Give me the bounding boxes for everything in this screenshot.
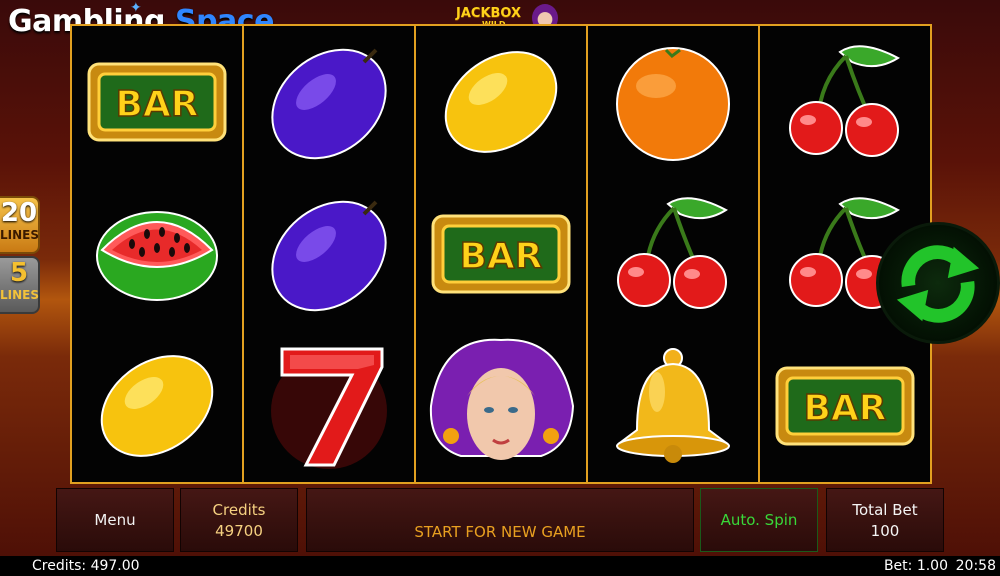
- symbol-bell: [588, 330, 758, 482]
- symbol-cherries: [760, 26, 930, 178]
- reel-1: BAR: [72, 26, 242, 482]
- lines-5-number: 5: [9, 258, 29, 288]
- symbol-orange: [588, 26, 758, 178]
- lines-20-button[interactable]: 20 LINES: [0, 196, 40, 254]
- spin-button[interactable]: [876, 222, 1000, 344]
- symbol-lemon: [72, 330, 242, 482]
- reels-frame: BAR BAR BAR: [70, 24, 932, 484]
- message-area: START FOR NEW GAME: [306, 488, 694, 552]
- status-message: START FOR NEW GAME: [414, 523, 586, 541]
- symbol-jester-wild: [416, 330, 586, 482]
- total-bet-label: Total Bet: [852, 501, 918, 519]
- bar-text: BAR: [115, 84, 198, 125]
- symbol-plum: [244, 26, 414, 178]
- bar-text: BAR: [459, 236, 542, 277]
- menu-button[interactable]: Menu: [56, 488, 174, 552]
- status-bar: Credits: 497.00 Bet: 1.00 20:58: [0, 556, 1000, 576]
- reel-2: [244, 26, 414, 482]
- credits-value: 49700: [215, 522, 263, 540]
- credits-display[interactable]: Credits 49700: [180, 488, 298, 552]
- total-bet-button[interactable]: Total Bet 100: [826, 488, 944, 552]
- lines-5-label: LINES: [0, 288, 39, 302]
- auto-spin-label: Auto. Spin: [720, 511, 798, 529]
- reel-3: BAR: [416, 26, 586, 482]
- reel-4: [588, 26, 758, 482]
- lines-20-label: LINES: [0, 228, 39, 242]
- symbol-seven: [244, 330, 414, 482]
- bar-text: BAR: [803, 388, 886, 429]
- game-logo-line1: JACKBOX: [456, 6, 522, 21]
- sparkle-icon: ✦: [130, 0, 142, 16]
- total-bet-value: 100: [870, 522, 900, 540]
- symbol-bar: BAR: [760, 330, 930, 482]
- status-credits: Credits: 497.00: [32, 558, 140, 574]
- credits-label: Credits: [212, 501, 266, 519]
- status-clock: 20:58: [955, 558, 996, 574]
- symbol-bar: BAR: [72, 26, 242, 178]
- status-bet: Bet: 1.00: [883, 558, 948, 574]
- symbol-cherries: [588, 178, 758, 330]
- refresh-arrows-icon: [896, 245, 980, 323]
- symbol-bar: BAR: [416, 178, 586, 330]
- symbol-watermelon: [72, 178, 242, 330]
- lines-20-number: 20: [0, 198, 38, 228]
- auto-spin-button[interactable]: Auto. Spin: [700, 488, 818, 552]
- symbol-plum: [244, 178, 414, 330]
- lines-5-button[interactable]: 5 LINES: [0, 256, 40, 314]
- symbol-lemon: [416, 26, 586, 178]
- menu-label: Menu: [94, 511, 136, 529]
